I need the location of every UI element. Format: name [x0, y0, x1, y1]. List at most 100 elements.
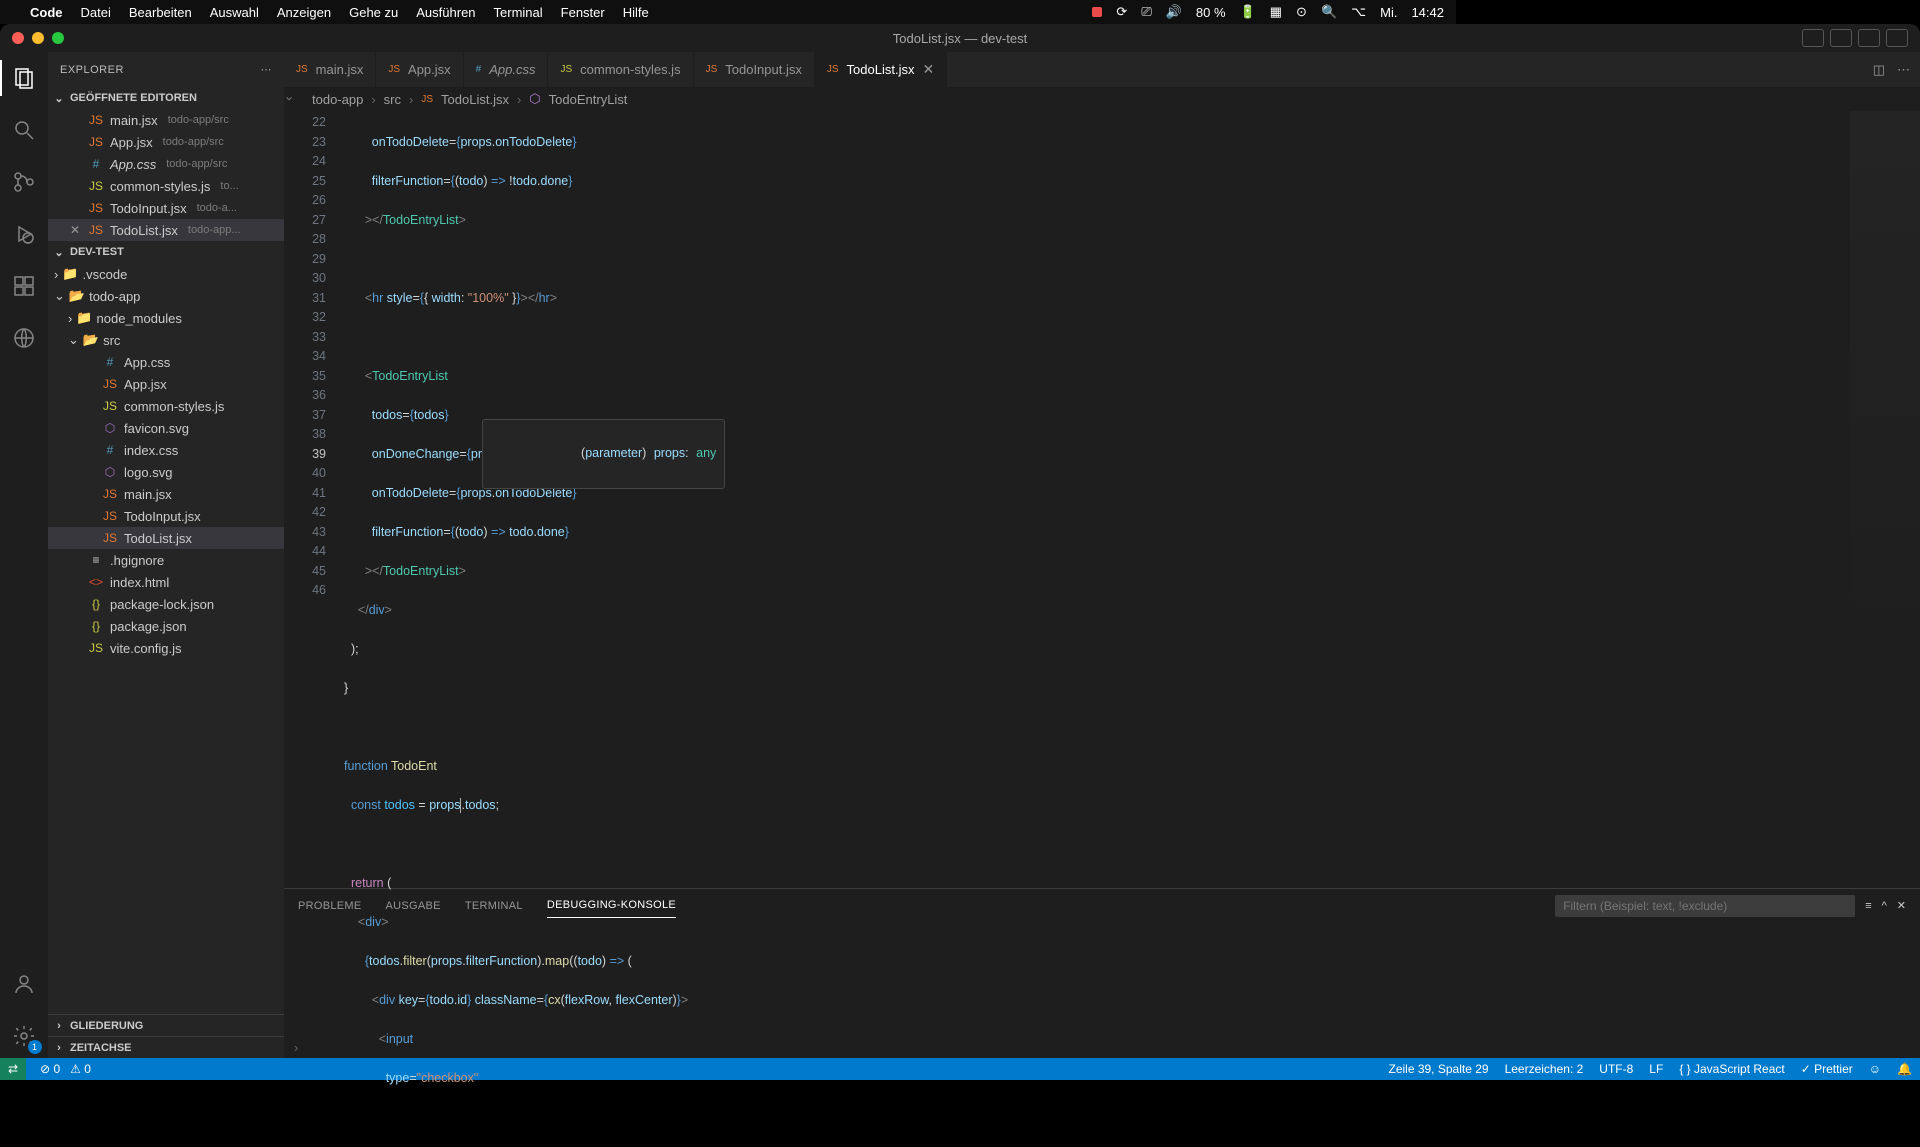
tab-label: common-styles.js [580, 62, 680, 77]
file-item[interactable]: JSTodoList.jsx [48, 527, 284, 549]
activity-account[interactable] [0, 962, 48, 1006]
menu-terminal[interactable]: Terminal [494, 5, 543, 20]
file-item[interactable]: JSApp.jsx [48, 373, 284, 395]
file-item[interactable]: #App.css [48, 351, 284, 373]
battery-icon[interactable]: 🔋 [1240, 4, 1256, 20]
filter-settings-icon[interactable]: ≡ [1865, 900, 1871, 912]
panel-right-toggle-icon[interactable] [1858, 29, 1880, 47]
menu-view[interactable]: Anzeigen [277, 5, 331, 20]
close-tab-icon[interactable]: ✕ [922, 61, 934, 78]
code-editor[interactable]: 2223242526272829303132333435363738394041… [284, 111, 1920, 888]
status-bell-icon[interactable]: 🔔 [1897, 1062, 1912, 1076]
outline-header[interactable]: ›GLIEDERUNG [48, 1014, 284, 1036]
day[interactable]: Mi. [1380, 5, 1397, 20]
status-feedback-icon[interactable]: ☺ [1869, 1062, 1881, 1076]
editor-tab[interactable]: JScommon-styles.js [548, 52, 693, 87]
menu-edit[interactable]: Bearbeiten [129, 5, 192, 20]
macos-menubar: Code Datei Bearbeiten Auswahl Anzeigen G… [0, 0, 1456, 24]
panel-left-toggle-icon[interactable] [1802, 29, 1824, 47]
file-item[interactable]: ⬡logo.svg [48, 461, 284, 483]
file-icon: JS [296, 64, 308, 75]
remote-indicator[interactable]: ⇄ [0, 1058, 26, 1080]
layout-customize-icon[interactable] [1886, 29, 1908, 47]
display-icon[interactable]: ⎚ [1141, 4, 1151, 20]
file-item[interactable]: #index.css [48, 439, 284, 461]
app-name[interactable]: Code [30, 5, 63, 20]
open-editors-header[interactable]: ⌄ GEÖFFNETE EDITOREN [48, 87, 284, 109]
breadcrumb-toggle-icon[interactable]: › [283, 96, 298, 100]
activity-explorer[interactable] [0, 56, 48, 100]
search-icon[interactable]: 🔍 [1321, 4, 1337, 20]
file-name: favicon.svg [124, 421, 189, 436]
close-editor-icon[interactable]: ✕ [68, 223, 82, 237]
status-warnings[interactable]: ⚠ 0 [70, 1062, 91, 1076]
folder-nodemodules[interactable]: ›📁node_modules [48, 307, 284, 329]
tray-icon[interactable]: ▦ [1270, 4, 1282, 20]
window-zoom-button[interactable] [52, 32, 64, 44]
breadcrumb-file[interactable]: TodoList.jsx [441, 92, 509, 107]
sync-icon[interactable]: ⟳ [1116, 4, 1127, 20]
open-editor-item[interactable]: ✕JSTodoList.jsxtodo-app... [48, 219, 284, 241]
activity-scm[interactable] [0, 160, 48, 204]
file-item[interactable]: {}package-lock.json [48, 593, 284, 615]
file-icon: <> [88, 575, 104, 589]
tab-bar: JSmain.jsxJSApp.jsx#App.cssJScommon-styl… [284, 52, 1920, 87]
folder-vscode[interactable]: ›📁.vscode [48, 263, 284, 285]
panel-bottom-toggle-icon[interactable] [1830, 29, 1852, 47]
file-item[interactable]: JScommon-styles.js [48, 395, 284, 417]
file-item[interactable]: {}package.json [48, 615, 284, 637]
status-errors[interactable]: ⊘ 0 [40, 1062, 60, 1076]
timeline-header[interactable]: ›ZEITACHSE [48, 1036, 284, 1058]
panel-close-icon[interactable]: ✕ [1897, 899, 1906, 912]
activity-remote[interactable] [0, 316, 48, 360]
open-editor-item[interactable]: JSApp.jsxtodo-app/src [48, 131, 284, 153]
editor-tab[interactable]: JSApp.jsx [376, 52, 463, 87]
panel-maximize-icon[interactable]: ^ [1882, 900, 1887, 912]
editor-tab[interactable]: JSTodoList.jsx✕ [815, 52, 947, 87]
window-minimize-button[interactable] [32, 32, 44, 44]
open-editor-item[interactable]: JScommon-styles.jsto... [48, 175, 284, 197]
tab-label: App.css [489, 62, 535, 77]
control-center-icon[interactable]: ⌥ [1351, 4, 1366, 20]
open-editor-item[interactable]: #App.csstodo-app/src [48, 153, 284, 175]
menu-goto[interactable]: Gehe zu [349, 5, 398, 20]
minimap[interactable] [1850, 111, 1920, 888]
activity-settings[interactable]: 1 [0, 1014, 48, 1058]
file-name: common-styles.js [110, 179, 210, 194]
activity-debug[interactable] [0, 212, 48, 256]
window-close-button[interactable] [12, 32, 24, 44]
open-editor-item[interactable]: JSmain.jsxtodo-app/src [48, 109, 284, 131]
file-item[interactable]: JSmain.jsx [48, 483, 284, 505]
menu-file[interactable]: Datei [81, 5, 111, 20]
folder-src[interactable]: ⌄📂src [48, 329, 284, 351]
breadcrumb-folder[interactable]: src [384, 92, 401, 107]
activity-search[interactable] [0, 108, 48, 152]
menu-run[interactable]: Ausführen [416, 5, 475, 20]
sidebar-more-icon[interactable]: ⋯ [261, 63, 273, 76]
folder-todoapp[interactable]: ⌄📂todo-app [48, 285, 284, 307]
breadcrumb[interactable]: todo-app› src› JSTodoList.jsx› ⬡TodoEntr… [284, 87, 1920, 111]
recording-icon[interactable] [1092, 7, 1102, 17]
file-item[interactable]: JSvite.config.js [48, 637, 284, 659]
clock[interactable]: 14:42 [1411, 5, 1444, 20]
editor-tab[interactable]: JSTodoInput.jsx [694, 52, 815, 87]
menu-help[interactable]: Hilfe [623, 5, 649, 20]
file-item[interactable]: ⬡favicon.svg [48, 417, 284, 439]
wifi-icon[interactable]: ⊙ [1296, 4, 1307, 20]
editor-tab[interactable]: #App.css [464, 52, 549, 87]
file-icon: ⬡ [102, 465, 118, 479]
file-item[interactable]: JSTodoInput.jsx [48, 505, 284, 527]
editor-tab[interactable]: JSmain.jsx [284, 52, 376, 87]
more-actions-icon[interactable]: ⋯ [1897, 62, 1910, 78]
split-editor-icon[interactable]: ◫ [1873, 62, 1885, 78]
volume-icon[interactable]: 🔊 [1166, 4, 1182, 20]
breadcrumb-symbol[interactable]: TodoEntryList [549, 92, 628, 107]
project-header[interactable]: ⌄ DEV-TEST [48, 241, 284, 263]
menu-window[interactable]: Fenster [561, 5, 605, 20]
activity-extensions[interactable] [0, 264, 48, 308]
file-item[interactable]: ≡.hgignore [48, 549, 284, 571]
menu-selection[interactable]: Auswahl [210, 5, 259, 20]
file-item[interactable]: <>index.html [48, 571, 284, 593]
breadcrumb-folder[interactable]: todo-app [312, 92, 363, 107]
open-editor-item[interactable]: JSTodoInput.jsxtodo-a... [48, 197, 284, 219]
